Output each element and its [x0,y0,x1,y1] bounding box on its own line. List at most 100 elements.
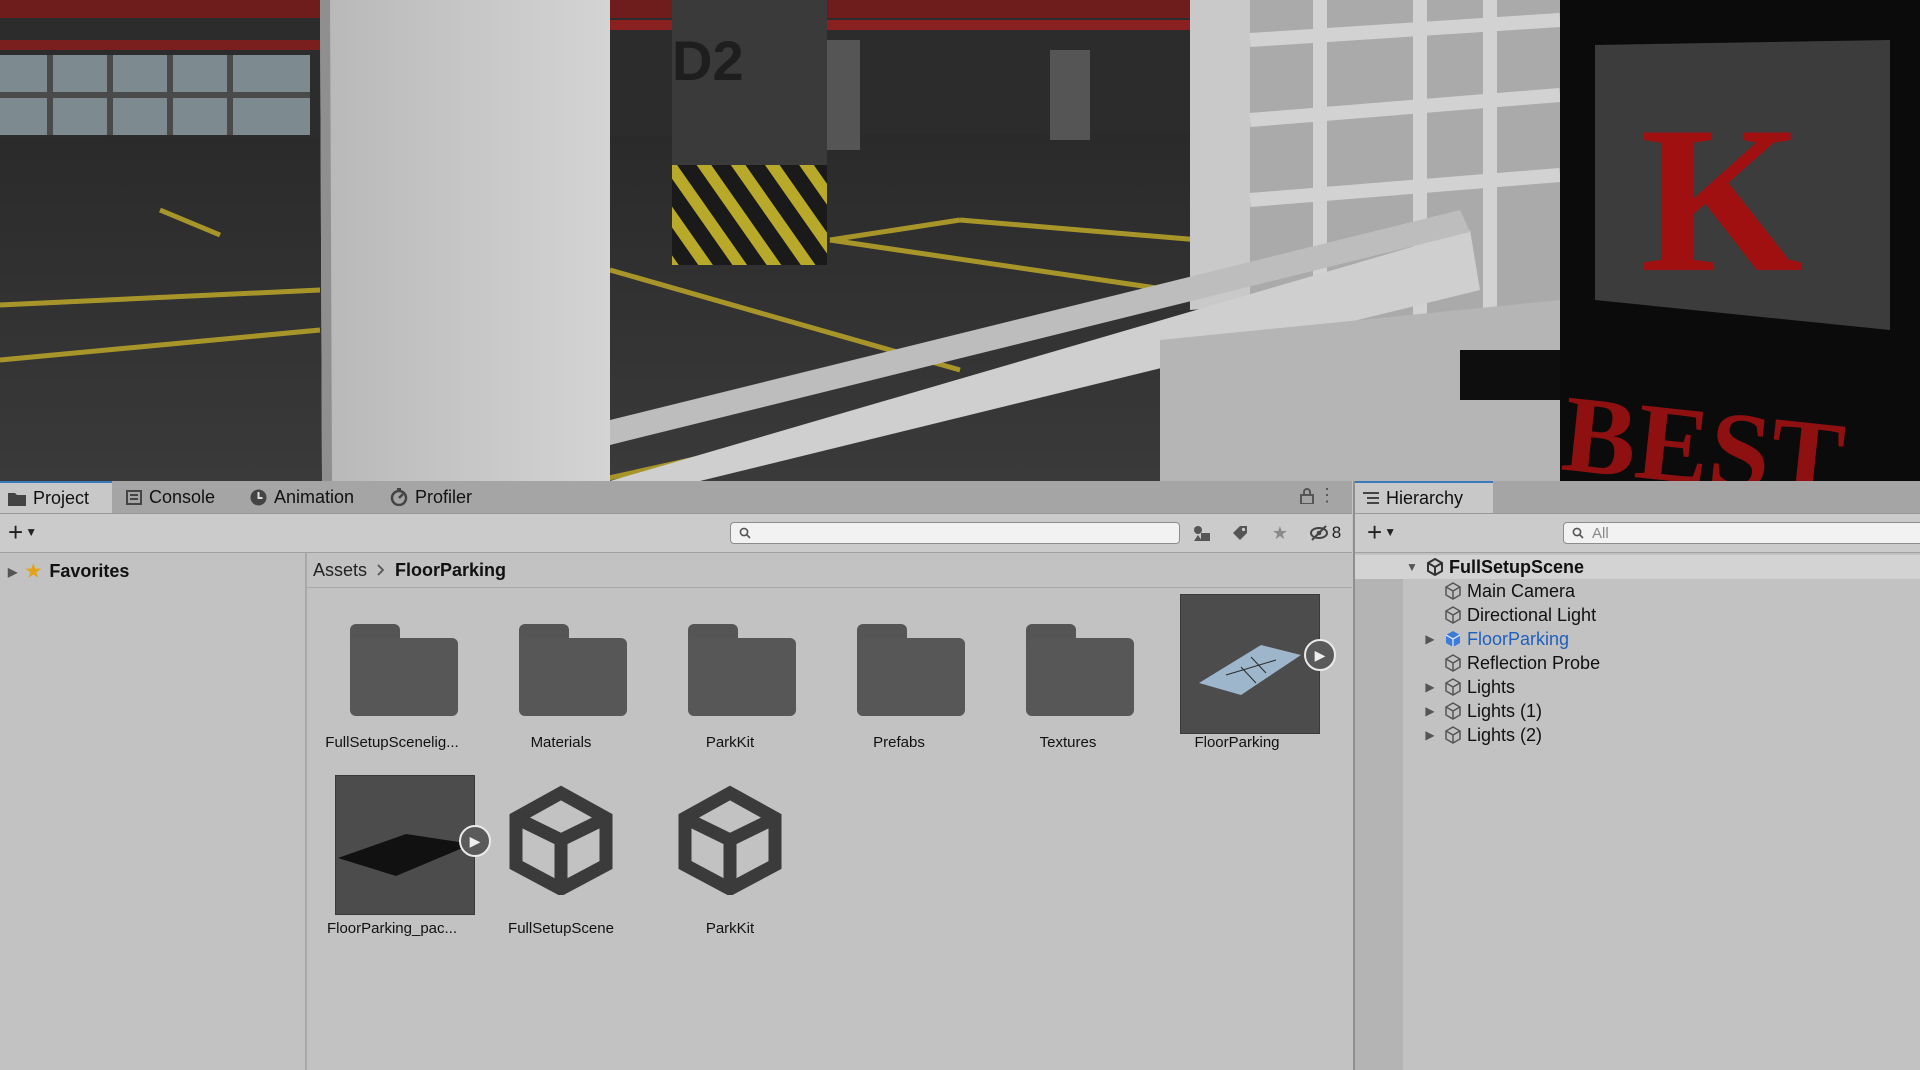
hierarchy-toolbar: + ▼ All [1355,514,1920,553]
folder-icon [1026,624,1134,716]
asset-label: FullSetupScenelig... [325,734,459,751]
asset-item[interactable]: ▶ FloorParking_pac... [307,775,491,945]
asset-item[interactable]: FullSetupScene [476,775,646,945]
asset-label: FloorParking [1194,734,1280,751]
asset-item[interactable]: Textures [983,589,1153,759]
favorites-label: Favorites [49,561,130,581]
tab-console[interactable]: Console [118,481,238,513]
hidden-count: 8 [1331,523,1342,542]
tab-profiler[interactable]: Profiler [382,481,512,513]
scene-row[interactable]: ▼ FullSetupScene [1355,555,1920,579]
asset-label: ParkKit [705,734,755,751]
hidden-packages-button[interactable]: 8 [1302,519,1348,547]
folder-icon [857,624,965,716]
expand-arrow-icon[interactable]: ▶ [1421,728,1439,742]
breadcrumb-root[interactable]: Assets [313,560,367,581]
sign-letter: K [1640,84,1803,316]
tab-project[interactable]: Project [0,481,112,513]
gameobject-cube-icon [1439,654,1467,672]
hierarchy-item-lights-1[interactable]: ▶ Lights (1) [1355,699,1542,723]
unity-scene-icon [1421,558,1449,576]
hierarchy-item-label: Directional Light [1467,604,1597,625]
gameobject-cube-icon [1439,606,1467,624]
dropdown-arrow-icon: ▼ [1384,525,1397,539]
hierarchy-item-reflection-probe[interactable]: Reflection Probe [1355,651,1600,675]
hierarchy-item-lights-2[interactable]: ▶ Lights (2) [1355,723,1542,747]
folder-icon [519,624,627,716]
hierarchy-item-label: Reflection Probe [1467,652,1601,673]
scene-viewport[interactable]: D2 K BEST [0,0,1920,481]
expand-arrow-icon[interactable]: ▶ [1421,704,1439,718]
model-thumbnail [335,775,475,915]
expand-arrow-icon[interactable]: ▶ [8,565,17,579]
hierarchy-search-input[interactable]: All [1563,522,1920,544]
console-icon [126,489,142,505]
asset-label: FloorParking_pac... [326,920,458,937]
dropdown-arrow-icon: ▼ [25,525,38,539]
lock-icon[interactable] [1300,488,1314,509]
hierarchy-item-main-camera[interactable]: Main Camera [1355,579,1575,603]
folder-icon [688,624,796,716]
hierarchy-item-label: Main Camera [1467,580,1576,601]
expand-arrow-icon[interactable]: ▶ [1421,632,1439,646]
eye-slash-icon [1309,525,1328,541]
asset-item[interactable]: ▶ FloorParking [1152,589,1336,759]
hierarchy-item-label: Lights [1467,676,1516,697]
asset-label: FullSetupScene [508,920,614,937]
chevron-right-icon [377,564,385,576]
search-icon [739,527,751,539]
expand-arrow-icon[interactable]: ▶ [1421,680,1439,694]
search-icon [1572,527,1584,539]
tab-animation[interactable]: Animation [242,481,382,513]
favorite-star-icon[interactable]: ★ [1264,519,1296,547]
scene-name: FullSetupScene [1449,556,1585,577]
gameobject-cube-icon [1439,582,1467,600]
hierarchy-item-label: FloorParking [1467,628,1570,649]
create-button[interactable]: + ▼ [8,517,38,547]
breadcrumb: Assets FloorParking [307,553,1352,588]
hierarchy-tabbar: Hierarchy [1355,481,1920,514]
hierarchy-item-directional-light[interactable]: Directional Light [1355,603,1596,627]
collapse-arrow-icon[interactable]: ▼ [1403,560,1421,574]
project-panel: Project Console Animation Profiler ⋮ +▼ [0,481,1352,1070]
folder-icon [350,624,458,716]
asset-label: Prefabs [873,734,925,751]
asset-item[interactable]: Materials [476,589,646,759]
search-placeholder: All [1592,524,1609,542]
project-tabbar: Project Console Animation Profiler ⋮ [0,481,1352,514]
search-by-label-icon[interactable] [1224,519,1256,547]
tab-label: Profiler [415,486,473,507]
panel-menu-icon[interactable]: ⋮ [1318,485,1336,506]
tab-label: Project [33,487,90,508]
search-by-type-icon[interactable] [1186,519,1218,547]
pillar-label: D2 [672,29,744,92]
asset-label: Textures [1039,734,1097,751]
model-thumbnail [1180,594,1320,734]
gameobject-cube-icon [1439,678,1467,696]
tab-hierarchy[interactable]: Hierarchy [1355,481,1493,513]
tab-label: Hierarchy [1386,487,1464,508]
folder-icon [8,492,26,506]
plus-icon: + [8,517,24,547]
hierarchy-item-floorparking[interactable]: ▶ FloorParking [1355,627,1569,651]
asset-item[interactable]: Prefabs [814,589,984,759]
animation-icon [250,489,267,505]
asset-item[interactable]: FullSetupScenelig... [307,589,477,759]
asset-item[interactable]: ParkKit [645,589,815,759]
tab-label: Animation [274,486,355,507]
hierarchy-item-label: Lights (1) [1467,700,1543,721]
hierarchy-item-label: Lights (2) [1467,724,1543,745]
expand-play-icon[interactable]: ▶ [1304,639,1336,671]
tab-label: Console [149,486,216,507]
star-icon: ★ [25,561,42,581]
create-button[interactable]: + ▼ [1367,517,1397,547]
favorites-item[interactable]: ▶ ★ Favorites [8,561,129,582]
breadcrumb-current[interactable]: FloorParking [395,560,506,581]
hierarchy-item-lights[interactable]: ▶ Lights [1355,675,1515,699]
asset-label: ParkKit [705,920,755,937]
gameobject-cube-icon [1439,702,1467,720]
project-search-input[interactable] [730,522,1180,544]
asset-item[interactable]: ParkKit [645,775,815,945]
unity-scene-icon [509,785,613,895]
plus-icon: + [1367,517,1383,547]
